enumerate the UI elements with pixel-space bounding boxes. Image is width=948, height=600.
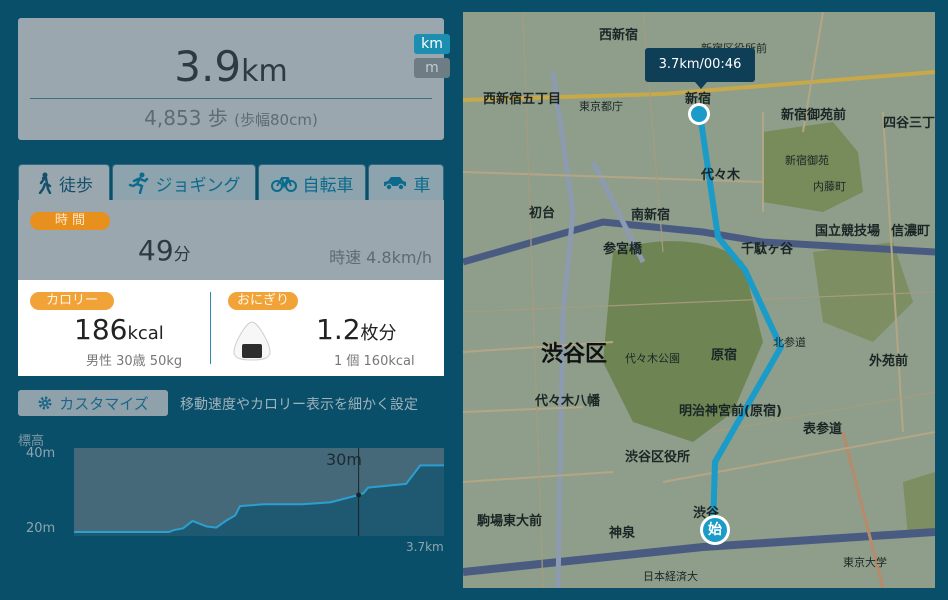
customize-button[interactable]: カスタマイズ: [18, 390, 168, 416]
route-start-marker[interactable]: 始: [700, 515, 730, 545]
map-label: 代々木公園: [625, 352, 680, 365]
map-label: 原宿: [711, 348, 738, 363]
divider: [30, 98, 432, 99]
calorie-label-badge: カロリー: [30, 292, 114, 310]
map-label: 外苑前: [869, 354, 909, 369]
steps-count: 4,853 歩: [144, 106, 228, 130]
bicycle-icon: [270, 177, 297, 192]
map-label: 駒場東大前: [477, 514, 543, 529]
tooltip-arrow: [695, 82, 707, 89]
route-end-marker[interactable]: [688, 103, 710, 125]
time-card: 時 間 49分 時速 4.8km/h: [18, 200, 444, 280]
onigiri-icon: [233, 321, 271, 361]
map-label: 千駄ヶ谷: [741, 242, 794, 257]
divider: [210, 292, 211, 364]
map-label: 国立競技場: [815, 224, 881, 239]
car-icon: [383, 177, 406, 191]
route-tooltip: 3.7km/00:46: [645, 48, 755, 82]
map-label: 初台: [529, 206, 556, 221]
route-map[interactable]: 西新宿 新宿区役所前 西新宿五丁目 東京都庁 新宿 新宿御苑前 四谷三丁目 代々…: [463, 12, 935, 588]
tab-bicycle-label: 自転車: [302, 175, 354, 196]
unit-m-button[interactable]: m: [414, 58, 450, 78]
tab-jogging-label: ジョギング: [155, 175, 241, 196]
distance-card: 3.9km km m 4,853 歩 (歩幅80cm): [18, 18, 450, 140]
calorie-profile: 男性 30歳 50kg: [86, 354, 183, 369]
distance-unit: km: [241, 54, 288, 89]
distance-number: 3.9: [174, 42, 242, 91]
ward-label: 渋谷区: [541, 342, 608, 367]
onigiri-unit: 枚分: [360, 323, 397, 344]
tab-jogging[interactable]: ジョギング: [112, 164, 256, 201]
map-label: 東京大学: [843, 556, 887, 569]
time-number: 49: [138, 234, 174, 267]
customize-description: 移動速度やカロリー表示を細かく設定: [180, 397, 418, 413]
map-label: 四谷三丁目: [883, 116, 935, 131]
stride-length: (歩幅80cm): [234, 111, 318, 129]
expressway: [550, 71, 576, 588]
park-area: [903, 472, 935, 537]
distance-value: 3.9km: [18, 42, 444, 91]
tab-walk-label: 徒歩: [59, 175, 93, 196]
onigiri-number: 1.2: [316, 313, 361, 346]
map-label: 明治神宮前(原宿): [679, 404, 782, 419]
map-label: 参宮橋: [603, 242, 643, 257]
map-label: 北参道: [773, 336, 806, 349]
time-unit: 分: [173, 245, 191, 265]
elevation-distance-label: 3.7km: [406, 540, 444, 554]
unit-km-button[interactable]: km: [414, 34, 450, 54]
time-label-badge: 時 間: [30, 212, 110, 230]
tab-car-label: 車: [413, 175, 431, 196]
jingu-park-area: [813, 242, 913, 342]
elevation-chart[interactable]: [74, 448, 444, 536]
map-label: 西新宿: [599, 28, 639, 43]
map-label: 新宿御苑前: [781, 108, 847, 123]
map-label: 代々木八幡: [535, 394, 601, 409]
map-label: 内藤町: [813, 180, 846, 193]
gear-icon: [38, 396, 52, 410]
map-label: 代々木: [701, 168, 741, 183]
time-value: 49分: [138, 234, 191, 267]
map-label: 新宿御苑: [785, 154, 829, 167]
jogging-icon: [128, 172, 148, 194]
steps-row: 4,853 歩 (歩幅80cm): [18, 102, 444, 131]
map-label: 日本経済大: [643, 570, 698, 583]
map-label: 表参道: [803, 422, 843, 437]
onigiri-value: 1.2枚分: [316, 313, 397, 346]
map-label: 神泉: [609, 526, 636, 541]
calorie-value: 186kcal: [74, 313, 164, 346]
map-label: 西新宿五丁目: [483, 92, 562, 107]
tab-walk[interactable]: 徒歩: [18, 164, 110, 201]
elevation-max-label: 40m: [26, 446, 56, 461]
map-label: 渋谷区役所: [625, 450, 691, 465]
speed-text: 時速 4.8km/h: [329, 248, 432, 267]
calorie-card: カロリー 186kcal 男性 30歳 50kg おにぎり 1.2枚分 1 個 …: [18, 280, 444, 376]
elevation-min-label: 20m: [26, 521, 56, 536]
customize-button-label: カスタマイズ: [59, 394, 149, 413]
elevation-marker-label: 30m: [326, 450, 362, 469]
map-label: 南新宿: [631, 208, 671, 223]
map-label: 信濃町: [891, 224, 931, 239]
walk-icon: [38, 172, 52, 194]
tab-car[interactable]: 車: [368, 164, 444, 201]
calorie-number: 186: [74, 313, 128, 346]
onigiri-calorie-per-piece: 1 個 160kcal: [334, 354, 415, 369]
map-label: 東京都庁: [579, 100, 623, 113]
onigiri-label-badge: おにぎり: [228, 292, 298, 310]
calorie-unit: kcal: [127, 323, 164, 344]
tab-bicycle[interactable]: 自転車: [258, 164, 366, 201]
elevation-marker-dot: [356, 492, 362, 498]
